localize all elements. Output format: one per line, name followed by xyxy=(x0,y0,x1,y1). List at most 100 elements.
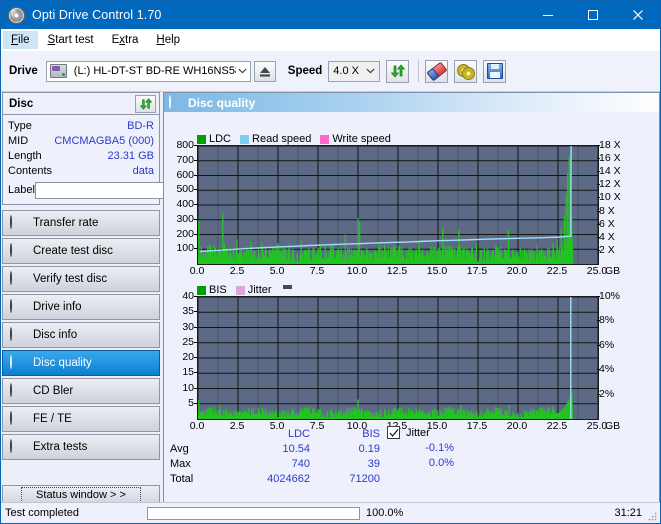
discs-button[interactable] xyxy=(454,60,477,83)
axis-tick-mark xyxy=(194,145,197,146)
stats-row-avg-key: Avg xyxy=(170,441,232,456)
axis-tick-label: 10 X xyxy=(599,191,621,203)
resize-grip-icon xyxy=(646,509,658,521)
sidebar-item-cd-bler[interactable]: CD Bler xyxy=(2,378,160,404)
axis-tick-mark xyxy=(194,311,197,312)
eject-button[interactable] xyxy=(254,61,276,82)
panel-header: Disc quality xyxy=(164,93,659,112)
disc-info-panel: Disc Type BD-R MID CMCMAGBA5 (000) xyxy=(2,92,160,205)
sidebar-item-create-test-disc[interactable]: Create test disc xyxy=(2,238,160,264)
axis-tick-label: 2% xyxy=(599,388,614,400)
legend-swatch-write-speed xyxy=(320,135,329,144)
sidebar-item-disc-info[interactable]: Disc info xyxy=(2,322,160,348)
drive-select[interactable]: (L:) HL-DT-ST BD-RE WH16NS58 TST4 xyxy=(46,61,251,82)
axis-tick-label: 0.0 xyxy=(185,265,209,277)
save-button[interactable] xyxy=(483,60,506,83)
toolbar-separator xyxy=(418,60,419,82)
legend-marker-icon xyxy=(283,285,292,289)
speed-select[interactable]: 4.0 X xyxy=(328,61,380,82)
sidebar-item-disc-quality[interactable]: Disc quality xyxy=(2,350,160,376)
maximize-icon[interactable] xyxy=(570,1,615,29)
legend-label-bis: BIS xyxy=(209,284,227,296)
legend-label-read-speed: Read speed xyxy=(252,133,311,145)
axis-tick-label: 10% xyxy=(599,290,620,302)
disc-label-input[interactable] xyxy=(35,182,183,199)
axis-tick-mark xyxy=(194,160,197,161)
disc-label-key: Label xyxy=(8,184,35,196)
menu-help[interactable]: Help xyxy=(148,31,188,49)
stats-row-max-ldc: 740 xyxy=(232,456,310,471)
axis-tick-mark xyxy=(597,184,600,185)
menu-start-test[interactable]: Start test xyxy=(40,31,102,49)
axis-tick-mark xyxy=(194,296,197,297)
sidebar-item-drive-info[interactable]: Drive info xyxy=(2,294,160,320)
drive-icon xyxy=(50,64,67,78)
sidebar-item-fe-te[interactable]: FE / TE xyxy=(2,406,160,432)
axis-unit-label: GB xyxy=(605,265,620,277)
app-disc-icon xyxy=(8,7,25,24)
axis-tick-label: 6 X xyxy=(599,218,615,230)
menu-extra[interactable]: Extra xyxy=(104,31,147,49)
axis-tick-mark xyxy=(597,171,600,172)
disc-row-mid-key: MID xyxy=(8,135,28,147)
disc-panel-title: Disc xyxy=(9,98,33,110)
axis-tick-label: 400 xyxy=(164,198,194,210)
axis-tick-label: 500 xyxy=(164,183,194,195)
axis-tick-label: 17.5 xyxy=(465,265,489,277)
axis-tick-mark xyxy=(194,204,197,205)
save-icon xyxy=(487,63,503,79)
stats-col-ldc: LDC xyxy=(232,426,310,441)
axis-tick-label: 12 X xyxy=(599,178,621,190)
refresh-button[interactable] xyxy=(386,60,409,83)
stats-header-row: LDC BIS xyxy=(170,426,380,441)
sidebar-item-verify-test-disc[interactable]: Verify test disc xyxy=(2,266,160,292)
sidebar-item-transfer-rate[interactable]: Transfer rate xyxy=(2,210,160,236)
menu-file[interactable]: File xyxy=(3,31,38,49)
axis-tick-label: 5 xyxy=(164,397,194,409)
disc-icon xyxy=(10,384,26,398)
minimize-icon[interactable] xyxy=(525,1,570,29)
disc-icon xyxy=(10,244,26,258)
sidebar-item-extra-tests[interactable]: Extra tests xyxy=(2,434,160,460)
left-column: Disc Type BD-R MID CMCMAGBA5 (000) xyxy=(2,92,160,488)
disc-icon xyxy=(10,412,26,426)
sidebar-nav: Transfer rate Create test disc Verify te… xyxy=(2,210,160,460)
axis-tick-label: 18 X xyxy=(599,139,621,151)
legend-label-jitter: Jitter xyxy=(248,284,272,296)
elapsed-time: 31:21 xyxy=(614,507,642,519)
drive-label: Drive xyxy=(9,65,38,77)
disc-row-contents-key: Contents xyxy=(8,165,52,177)
sidebar-item-label: Transfer rate xyxy=(33,217,98,229)
axis-tick-label: 10.0 xyxy=(345,265,369,277)
eraser-button[interactable] xyxy=(425,60,448,83)
status-window-button-label: Status window > > xyxy=(21,487,141,503)
sidebar-item-label: FE / TE xyxy=(33,413,72,425)
jitter-label: Jitter xyxy=(406,427,430,439)
sidebar-item-label: Verify test disc xyxy=(33,273,107,285)
axis-tick-mark xyxy=(597,250,600,251)
top-chart-legend: LDC Read speed Write speed xyxy=(197,133,396,145)
axis-tick-mark xyxy=(597,394,600,395)
legend-label-write-speed: Write speed xyxy=(332,133,391,145)
axis-tick-label: 25 xyxy=(164,336,194,348)
chevron-down-icon xyxy=(362,62,379,81)
axis-tick-mark xyxy=(597,369,600,370)
stats-row-avg-bis: 0.19 xyxy=(310,441,380,456)
eraser-icon xyxy=(426,61,447,81)
axis-tick-label: 15.0 xyxy=(425,265,449,277)
disc-refresh-button[interactable] xyxy=(135,95,156,113)
jitter-max-value: 0.0% xyxy=(396,457,454,469)
axis-tick-mark xyxy=(597,211,600,212)
axis-tick-label: 22.5 xyxy=(545,265,569,277)
axis-tick-mark xyxy=(194,372,197,373)
close-icon[interactable] xyxy=(615,1,660,29)
disc-row-length: Length 23.31 GB xyxy=(8,148,154,163)
progress-label: 100.0% xyxy=(366,507,486,519)
disc-quality-panel: Disc quality LDC Read speed Write speed … xyxy=(163,92,660,504)
sidebar-item-label: CD Bler xyxy=(33,385,73,397)
stats-col-bis: BIS xyxy=(310,426,380,441)
status-text: Test completed xyxy=(5,507,147,519)
disc-panel-header: Disc xyxy=(3,93,159,115)
stats-row-total-key: Total xyxy=(170,471,232,486)
jitter-checkbox[interactable] xyxy=(387,426,400,439)
